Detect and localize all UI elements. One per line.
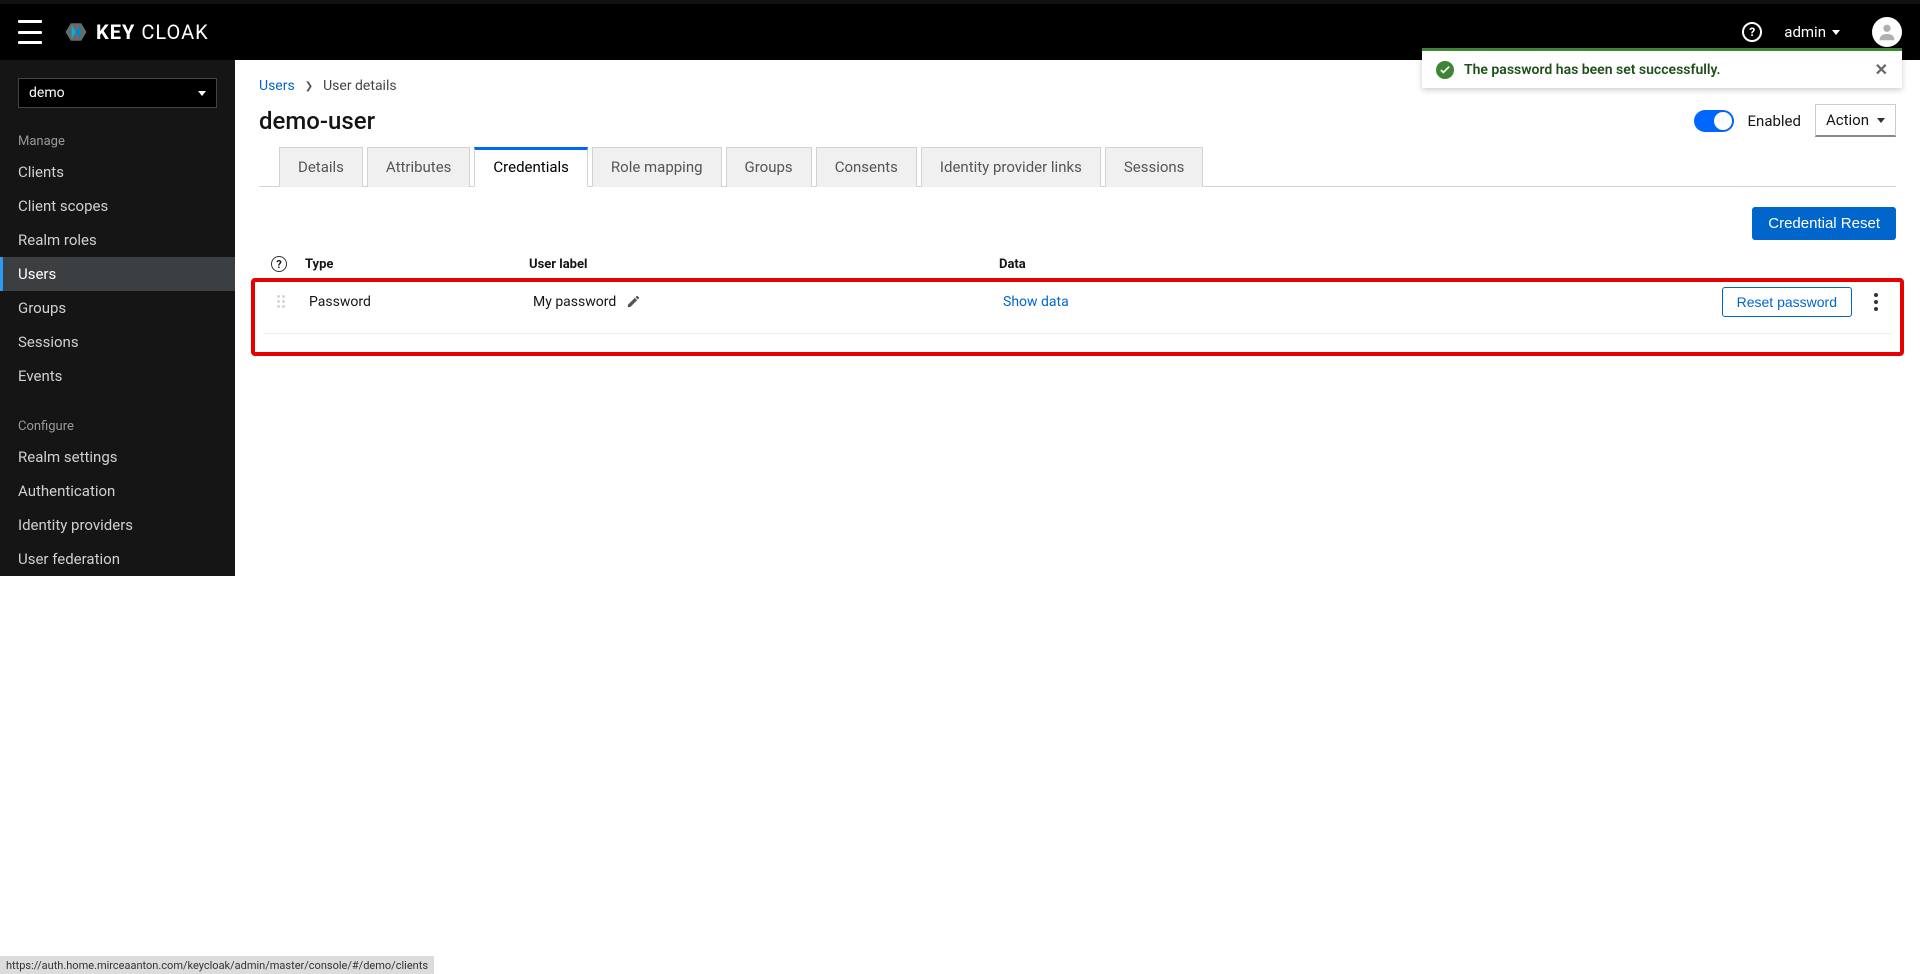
success-icon [1436, 61, 1454, 79]
nav-section-manage: Manage [0, 126, 235, 155]
caret-down-icon [198, 91, 206, 96]
tab-groups[interactable]: Groups [726, 147, 812, 187]
show-data-link[interactable]: Show data [1003, 294, 1069, 310]
statusbar: https://auth.home.mirceaanton.com/keyclo… [0, 956, 434, 974]
brand-text-2: CLOAK [141, 20, 208, 44]
nav-section-configure: Configure [0, 411, 235, 440]
tab-identity-provider-links[interactable]: Identity provider links [921, 147, 1101, 187]
row-type: Password [303, 294, 533, 310]
sidebar-item-sessions[interactable]: Sessions [0, 325, 235, 359]
realm-selector[interactable]: demo [18, 78, 217, 108]
tab-attributes[interactable]: Attributes [367, 147, 471, 187]
avatar-icon [1876, 21, 1898, 43]
edit-icon[interactable] [626, 294, 641, 309]
brand-text-1: KEY [96, 20, 135, 44]
col-data-header: Data [999, 257, 1696, 272]
sidebar-item-events[interactable]: Events [0, 359, 235, 393]
breadcrumb-users-link[interactable]: Users [259, 78, 295, 94]
topbar: KEYCLOAK ? admin The password has been s… [0, 0, 1920, 60]
credential-reset-button[interactable]: Credential Reset [1752, 207, 1896, 240]
brand-logo[interactable]: KEYCLOAK [62, 18, 209, 46]
tab-details[interactable]: Details [279, 147, 363, 187]
tab-role-mapping[interactable]: Role mapping [592, 147, 722, 187]
user-menu[interactable]: admin [1784, 23, 1840, 41]
table-header: ? Type User label Data [259, 252, 1896, 280]
sidebar-item-clients[interactable]: Clients [0, 155, 235, 189]
toast-close-icon[interactable]: ✕ [1875, 60, 1888, 79]
tab-sessions[interactable]: Sessions [1105, 147, 1204, 187]
help-icon[interactable]: ? [1742, 22, 1762, 42]
tabs: Details Attributes Credentials Role mapp… [259, 147, 1896, 187]
action-dropdown[interactable]: Action [1815, 104, 1896, 137]
sidebar-item-identity-providers[interactable]: Identity providers [0, 508, 235, 542]
toast-message: The password has been set successfully. [1464, 62, 1721, 78]
sidebar-item-user-federation[interactable]: User federation [0, 542, 235, 576]
action-dropdown-label: Action [1826, 111, 1869, 129]
sidebar-item-client-scopes[interactable]: Client scopes [0, 189, 235, 223]
help-icon[interactable]: ? [271, 256, 287, 272]
avatar[interactable] [1872, 17, 1902, 47]
breadcrumb-sep-icon: ❯ [305, 81, 313, 92]
sidebar-item-realm-roles[interactable]: Realm roles [0, 223, 235, 257]
hamburger-icon[interactable] [18, 20, 42, 44]
tab-credentials[interactable]: Credentials [474, 147, 587, 187]
highlighted-row: Password My password Show data Reset pas… [251, 278, 1904, 356]
page-title: demo-user [259, 107, 375, 135]
toast-notification: The password has been set successfully. … [1422, 48, 1902, 88]
enabled-toggle[interactable] [1694, 110, 1734, 132]
col-label-header: User label [529, 257, 999, 272]
sidebar-item-realm-settings[interactable]: Realm settings [0, 440, 235, 474]
breadcrumb-current: User details [323, 78, 397, 94]
table-row: Password My password Show data Reset pas… [263, 282, 1892, 334]
sidebar-item-groups[interactable]: Groups [0, 291, 235, 325]
realm-selector-value: demo [29, 85, 65, 101]
enabled-label: Enabled [1748, 112, 1801, 130]
tab-consents[interactable]: Consents [816, 147, 917, 187]
sidebar: demo Manage Clients Client scopes Realm … [0, 60, 235, 576]
row-user-label: My password [533, 294, 616, 310]
sidebar-item-users[interactable]: Users [0, 257, 235, 291]
content-area: Users ❯ User details demo-user Enabled A… [235, 60, 1920, 576]
user-menu-label: admin [1784, 23, 1826, 41]
sidebar-item-authentication[interactable]: Authentication [0, 474, 235, 508]
drag-handle-icon[interactable] [277, 295, 289, 308]
caret-down-icon [1877, 118, 1885, 123]
reset-password-button[interactable]: Reset password [1722, 287, 1852, 317]
keycloak-logo-icon [62, 18, 90, 46]
kebab-menu-icon[interactable] [1868, 293, 1884, 311]
col-type-header: Type [299, 257, 529, 272]
caret-down-icon [1832, 30, 1840, 35]
statusbar-url: https://auth.home.mirceaanton.com/keyclo… [6, 959, 428, 972]
